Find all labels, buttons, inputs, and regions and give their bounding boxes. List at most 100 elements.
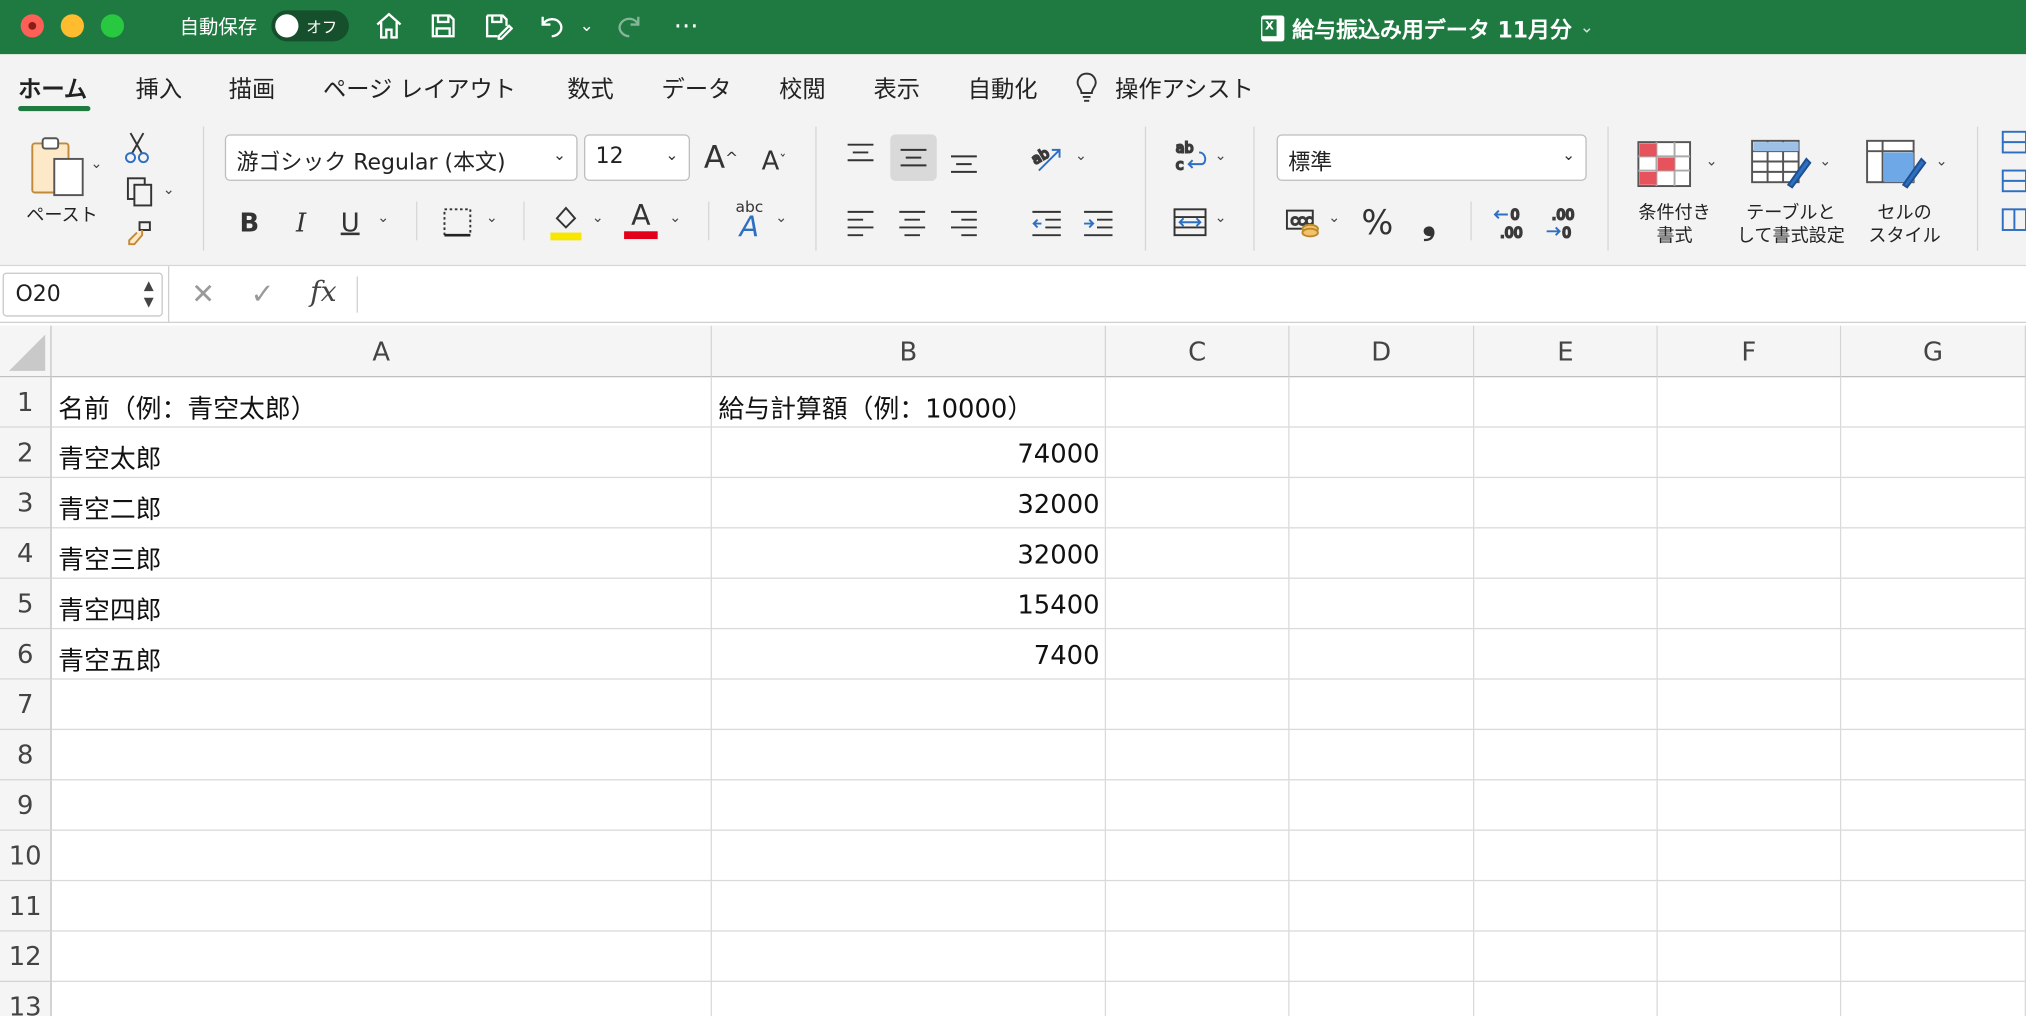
- cell-d11[interactable]: [1289, 881, 1475, 932]
- cell-a7[interactable]: [51, 679, 712, 731]
- wrap-dropdown-chevron-icon[interactable]: ⌄: [1215, 147, 1227, 164]
- row-header-9[interactable]: 9: [0, 780, 52, 831]
- comma-style-button[interactable]: ❟: [1414, 202, 1445, 246]
- wrap-text-icon[interactable]: ab c: [1168, 134, 1212, 178]
- row-header-12[interactable]: 12: [0, 931, 52, 982]
- column-header-f[interactable]: F: [1657, 325, 1842, 378]
- phonetic-guide-icon[interactable]: abc A: [729, 199, 770, 243]
- paste-dropdown-chevron-icon[interactable]: ⌄: [90, 155, 102, 172]
- cell-d4[interactable]: [1289, 528, 1475, 579]
- cell-f11[interactable]: [1657, 881, 1842, 932]
- column-header-d[interactable]: D: [1289, 325, 1475, 378]
- cell-g5[interactable]: [1841, 578, 2026, 630]
- cell-e3[interactable]: [1474, 478, 1658, 529]
- close-window-button[interactable]: [20, 14, 44, 38]
- cells-group-icons[interactable]: [1998, 129, 2026, 253]
- cell-d1[interactable]: [1289, 377, 1475, 428]
- cell-a10[interactable]: [51, 830, 712, 882]
- bold-button[interactable]: B: [233, 202, 267, 243]
- cell-g1[interactable]: [1841, 377, 2026, 428]
- cell-e10[interactable]: [1474, 830, 1658, 882]
- cell-a6[interactable]: 青空五郎: [51, 629, 712, 680]
- cell-c12[interactable]: [1106, 931, 1290, 982]
- row-header-4[interactable]: 4: [0, 528, 52, 579]
- column-header-c[interactable]: C: [1106, 325, 1290, 378]
- column-header-e[interactable]: E: [1474, 325, 1658, 378]
- cell-a2[interactable]: 青空太郎: [51, 427, 712, 479]
- cell-d5[interactable]: [1289, 578, 1475, 630]
- select-all-button[interactable]: [0, 325, 52, 378]
- undo-dropdown-chevron-icon[interactable]: ⌄: [571, 8, 602, 44]
- tab-tell-me[interactable]: 操作アシスト: [1115, 71, 1254, 105]
- cut-icon[interactable]: [121, 129, 152, 165]
- cell-c9[interactable]: [1106, 780, 1290, 831]
- save-icon[interactable]: [424, 8, 463, 44]
- cell-b10[interactable]: [711, 830, 1107, 882]
- cell-b12[interactable]: [711, 931, 1107, 982]
- row-header-13[interactable]: 13: [0, 981, 52, 1016]
- align-center-icon[interactable]: [892, 202, 933, 243]
- cell-e2[interactable]: [1474, 427, 1658, 479]
- cell-g7[interactable]: [1841, 679, 2026, 731]
- orientation-dropdown-chevron-icon[interactable]: ⌄: [1075, 147, 1087, 164]
- cell-f4[interactable]: [1657, 528, 1842, 579]
- borders-icon[interactable]: [439, 204, 475, 240]
- underline-dropdown-chevron-icon[interactable]: ⌄: [377, 209, 389, 226]
- redo-icon[interactable]: [610, 8, 649, 44]
- cell-a8[interactable]: [51, 730, 712, 781]
- cell-d12[interactable]: [1289, 931, 1475, 982]
- decrease-indent-icon[interactable]: [1026, 202, 1067, 243]
- accounting-dropdown-chevron-icon[interactable]: ⌄: [1328, 209, 1340, 226]
- increase-decimal-icon[interactable]: 0.00: [1491, 202, 1532, 246]
- cell-e8[interactable]: [1474, 730, 1658, 781]
- decrease-font-size-icon[interactable]: Aˇ: [755, 137, 794, 184]
- tab-insert[interactable]: 挿入: [136, 71, 183, 105]
- tab-formulas[interactable]: 数式: [567, 71, 614, 105]
- cell-a5[interactable]: 青空四郎: [51, 578, 712, 630]
- cell-c5[interactable]: [1106, 578, 1290, 630]
- borders-dropdown-chevron-icon[interactable]: ⌄: [486, 209, 498, 226]
- merge-dropdown-chevron-icon[interactable]: ⌄: [1215, 209, 1227, 226]
- cell-c13[interactable]: [1106, 981, 1290, 1016]
- cell-g10[interactable]: [1841, 830, 2026, 882]
- align-middle-icon[interactable]: [890, 134, 937, 181]
- tab-automate[interactable]: 自動化: [968, 71, 1038, 105]
- cell-d8[interactable]: [1289, 730, 1475, 781]
- cell-f6[interactable]: [1657, 629, 1842, 680]
- cell-d6[interactable]: [1289, 629, 1475, 680]
- font-color-button[interactable]: A: [623, 199, 659, 243]
- align-top-icon[interactable]: [840, 134, 881, 175]
- cell-g12[interactable]: [1841, 931, 2026, 982]
- row-header-7[interactable]: 7: [0, 679, 52, 731]
- cell-f5[interactable]: [1657, 578, 1842, 630]
- cell-a12[interactable]: [51, 931, 712, 982]
- cell-b1[interactable]: 給与計算額（例：10000）: [711, 377, 1107, 428]
- cell-e11[interactable]: [1474, 881, 1658, 932]
- cell-b3[interactable]: 32000: [711, 478, 1107, 529]
- row-header-2[interactable]: 2: [0, 427, 52, 479]
- fill-color-dropdown-chevron-icon[interactable]: ⌄: [592, 209, 604, 226]
- save-as-icon[interactable]: [478, 8, 517, 44]
- cell-c4[interactable]: [1106, 528, 1290, 579]
- cell-d2[interactable]: [1289, 427, 1475, 479]
- cell-e13[interactable]: [1474, 981, 1658, 1016]
- cell-d9[interactable]: [1289, 780, 1475, 831]
- name-box[interactable]: O20 ▲ ▼: [2, 272, 163, 317]
- cell-f7[interactable]: [1657, 679, 1842, 731]
- number-format-select[interactable]: 標準 ⌄: [1276, 134, 1587, 181]
- cell-f9[interactable]: [1657, 780, 1842, 831]
- cell-c6[interactable]: [1106, 629, 1290, 680]
- text-orientation-icon[interactable]: ab: [1026, 137, 1067, 178]
- cell-d7[interactable]: [1289, 679, 1475, 731]
- percent-style-button[interactable]: %: [1359, 202, 1395, 246]
- cell-b9[interactable]: [711, 780, 1107, 831]
- cell-b5[interactable]: 15400: [711, 578, 1107, 630]
- cell-f13[interactable]: [1658, 981, 1842, 1016]
- cell-d3[interactable]: [1289, 478, 1475, 529]
- cell-f8[interactable]: [1657, 730, 1842, 781]
- cancel-entry-icon[interactable]: ✕: [191, 279, 215, 311]
- copy-dropdown-chevron-icon[interactable]: ⌄: [163, 181, 175, 198]
- cell-a9[interactable]: [51, 780, 712, 831]
- zoom-window-button[interactable]: [100, 14, 125, 38]
- column-header-b[interactable]: B: [711, 325, 1107, 378]
